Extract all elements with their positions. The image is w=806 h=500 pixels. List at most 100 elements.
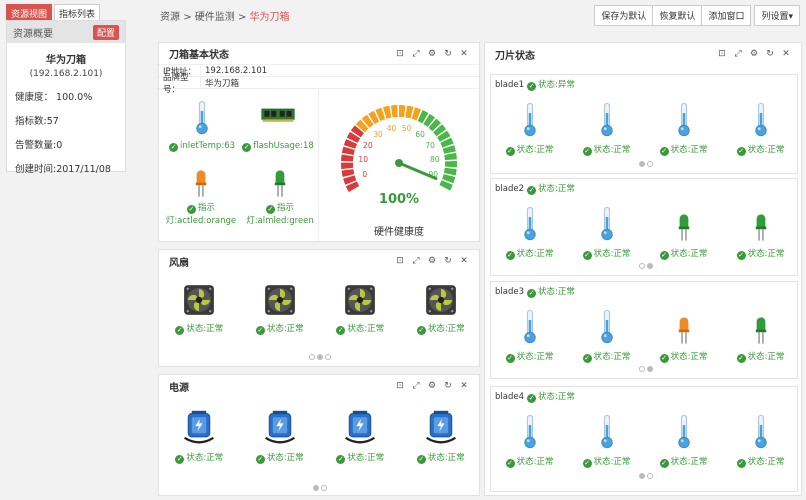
close-icon[interactable]: ✕ xyxy=(459,49,469,59)
panel-title: 刀箱基本状态 xyxy=(169,50,229,61)
sensor-status-text: 状态:正常 xyxy=(593,249,631,259)
pager-dot[interactable] xyxy=(321,485,327,491)
check-icon: ✓ xyxy=(659,459,669,468)
refresh-icon[interactable]: ↻ xyxy=(765,49,775,59)
power-status: ✓ 状态:正常 xyxy=(336,451,384,464)
thermometer-icon xyxy=(195,99,209,137)
pager-dot[interactable] xyxy=(639,473,645,479)
pager-dot[interactable] xyxy=(313,485,319,491)
blade-sensors: ✓ 状态:正常 ✓ 状态:正常 ✓ 状态:正常 ✓ 状态:正常 xyxy=(491,413,799,468)
sensor-status: ✓ 状态:正常 xyxy=(659,455,707,468)
expand-icon[interactable]: ⤢ xyxy=(411,381,421,391)
check-icon: ✓ xyxy=(736,459,746,468)
check-icon: ✓ xyxy=(336,455,346,464)
refresh-icon[interactable]: ↻ xyxy=(443,256,453,266)
gear-icon[interactable]: ⚙ xyxy=(749,49,759,59)
blade-panel-header: 刀片状态 ⊡ ⤢ ⚙ ↻ ✕ xyxy=(485,43,801,65)
pager-dot[interactable] xyxy=(647,263,653,269)
pager-dot[interactable] xyxy=(639,263,645,269)
minimize-icon[interactable]: ⊡ xyxy=(395,49,405,59)
minimize-icon[interactable]: ⊡ xyxy=(395,381,405,391)
blade-state: ✓ 状态:正常 xyxy=(527,182,575,195)
blade-state-text: 状态:正常 xyxy=(538,392,575,402)
breadcrumb-hardware[interactable]: 硬件监测 xyxy=(195,12,235,23)
minimize-icon[interactable]: ⊡ xyxy=(395,256,405,266)
check-icon: ✓ xyxy=(242,143,252,152)
flash-usage-status: ✓ flashUsage:18 xyxy=(242,141,314,152)
gauge-tick-label: 10 xyxy=(358,155,368,164)
gauge-tick-label: 30 xyxy=(373,130,383,139)
inlet-temp-status: ✓ inletTemp:63 xyxy=(169,141,235,152)
breadcrumb-resource[interactable]: 资源 xyxy=(160,12,180,23)
pager-dot[interactable] xyxy=(647,161,653,167)
thermometer-icon xyxy=(523,413,537,451)
blade-sensor: ✓ 状态:正常 xyxy=(659,413,707,468)
power-status-text: 状态:正常 xyxy=(427,453,465,463)
expand-icon[interactable]: ⤢ xyxy=(411,256,421,266)
blade-state-text: 状态:正常 xyxy=(538,287,575,297)
pager-dot[interactable] xyxy=(639,161,645,167)
power-pager xyxy=(313,485,327,491)
gauge-tick-label: 80 xyxy=(430,155,440,164)
config-button[interactable]: 配置 xyxy=(92,24,119,40)
minimize-icon[interactable]: ⊡ xyxy=(717,49,727,59)
blade-state: ✓ 状态:正常 xyxy=(527,285,575,298)
blade-sensor: ✓ 状态:正常 xyxy=(505,205,553,260)
thermometer-icon xyxy=(523,308,537,346)
pager-dot[interactable] xyxy=(309,354,315,360)
gear-icon[interactable]: ⚙ xyxy=(427,256,437,266)
pager-dot[interactable] xyxy=(639,366,645,372)
sensor-status-text: 状态:正常 xyxy=(670,145,708,155)
power-status-text: 状态:正常 xyxy=(186,453,224,463)
sensor-status: ✓ 状态:正常 xyxy=(736,455,784,468)
memory-chip-icon xyxy=(261,105,295,125)
blade-sensor: ✓ 状态:正常 xyxy=(659,101,708,156)
check-icon: ✓ xyxy=(175,455,185,464)
gear-icon[interactable]: ⚙ xyxy=(427,381,437,391)
blade-state: ✓ 状态:异常 xyxy=(527,78,575,91)
close-icon[interactable]: ✕ xyxy=(459,381,469,391)
pager-dot[interactable] xyxy=(647,366,653,372)
gear-icon[interactable]: ⚙ xyxy=(427,49,437,59)
check-icon: ✓ xyxy=(416,455,426,464)
add-window-button[interactable]: 添加窗口 xyxy=(701,5,752,26)
blade-sensor: ✓ 状态:正常 xyxy=(736,205,784,260)
resource-created-time: 创建时间:2017/11/08 xyxy=(15,164,111,175)
close-icon[interactable]: ✕ xyxy=(459,256,469,266)
save-default-button[interactable]: 保存为默认 xyxy=(594,5,654,26)
check-icon: ✓ xyxy=(255,455,265,464)
column-settings-button[interactable]: 列设置▾ xyxy=(754,5,800,26)
check-icon: ✓ xyxy=(582,147,592,156)
pager-dot[interactable] xyxy=(317,354,323,360)
almled-status-a: ✓ 指示 xyxy=(265,201,294,214)
blade-header: blade1 ✓ 状态:异常 xyxy=(491,75,797,94)
expand-icon[interactable]: ⤢ xyxy=(733,49,743,59)
gauge-segment xyxy=(443,167,457,176)
panel-title: 电源 xyxy=(169,382,189,394)
close-icon[interactable]: ✕ xyxy=(781,49,791,59)
pager-dot[interactable] xyxy=(647,473,653,479)
thermometer-icon xyxy=(600,101,614,139)
sensor-status-text: 状态:正常 xyxy=(593,457,631,467)
sensor-status: ✓ 状态:正常 xyxy=(582,455,631,468)
blade-state-text: 状态:正常 xyxy=(538,184,575,194)
refresh-icon[interactable]: ↻ xyxy=(443,381,453,391)
power-status: ✓ 状态:正常 xyxy=(255,451,304,464)
almled-sensor: ✓ 指示 灯:almled:green xyxy=(241,161,319,226)
restore-default-button[interactable]: 恢复默认 xyxy=(652,5,703,26)
panel-controls: ⊡ ⤢ ⚙ ↻ ✕ xyxy=(717,49,791,59)
almled-text-b: 灯:almled:green xyxy=(246,216,314,226)
toolbar: 保存为默认 恢复默认 添加窗口 列设置▾ xyxy=(594,5,800,26)
gauge-tick-label: 0 xyxy=(362,170,367,179)
check-icon: ✓ xyxy=(505,354,515,363)
fan-status-text: 状态:正常 xyxy=(266,324,304,334)
check-icon: ✓ xyxy=(186,205,196,214)
pager-dot[interactable] xyxy=(325,354,331,360)
fan-item: ✓ 状态:正常 xyxy=(175,284,223,335)
expand-icon[interactable]: ⤢ xyxy=(411,49,421,59)
thermometer-icon xyxy=(600,308,614,346)
refresh-icon[interactable]: ↻ xyxy=(443,49,453,59)
check-icon: ✓ xyxy=(736,251,746,260)
blade-card: blade3 ✓ 状态:正常 ✓ 状态:正常 ✓ 状态:正常 ✓ 状态:正常 ✓ 状态:正常 xyxy=(490,281,798,379)
model-row: 品牌型号： 华为刀箱 xyxy=(159,73,479,95)
